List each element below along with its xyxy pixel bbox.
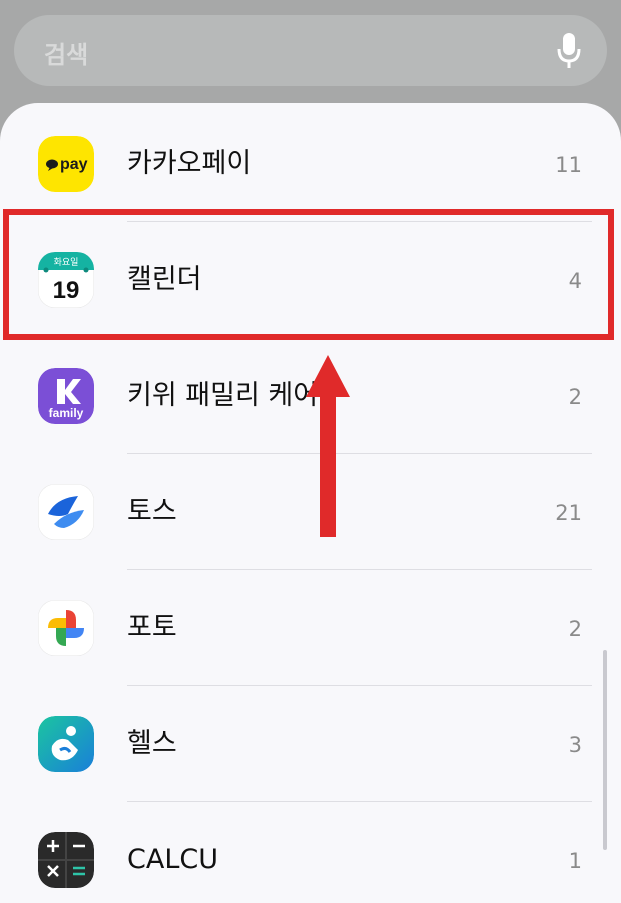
search-bar[interactable]: 검색 [14,15,607,86]
app-count: 21 [555,501,582,525]
app-name: 키위 패밀리 케어 [127,380,319,411]
list-item-calcu[interactable]: CALCU 1 [0,802,621,903]
app-name: 토스 [127,496,177,527]
app-name: 포토 [127,612,177,643]
app-count: 2 [568,385,582,409]
microphone-icon[interactable] [557,31,581,71]
search-placeholder: 검색 [44,41,89,69]
app-name: 카카오페이 [127,148,252,179]
app-name: 헬스 [127,728,177,759]
list-item-photos[interactable]: 포토 2 [0,570,621,686]
app-name: CALCU [127,844,218,875]
arrow-up-icon [306,355,350,537]
scrollbar[interactable] [603,650,607,850]
list-item-kakaopay[interactable]: pay 카카오페이 11 [0,106,621,222]
highlight-box [3,209,614,340]
kiwi-family-icon: family [38,368,94,424]
app-count: 3 [568,733,582,757]
calculator-icon [38,832,94,888]
kakaopay-icon-text: pay [60,156,88,173]
kakaopay-icon: pay [38,136,94,192]
list-item-health[interactable]: 헬스 3 [0,686,621,802]
photos-icon [38,600,94,656]
app-count: 2 [568,617,582,641]
kiwi-icon-text: family [49,406,84,420]
app-count: 1 [568,849,582,873]
app-count: 11 [555,153,582,177]
health-icon [38,716,94,772]
toss-icon [38,484,94,540]
